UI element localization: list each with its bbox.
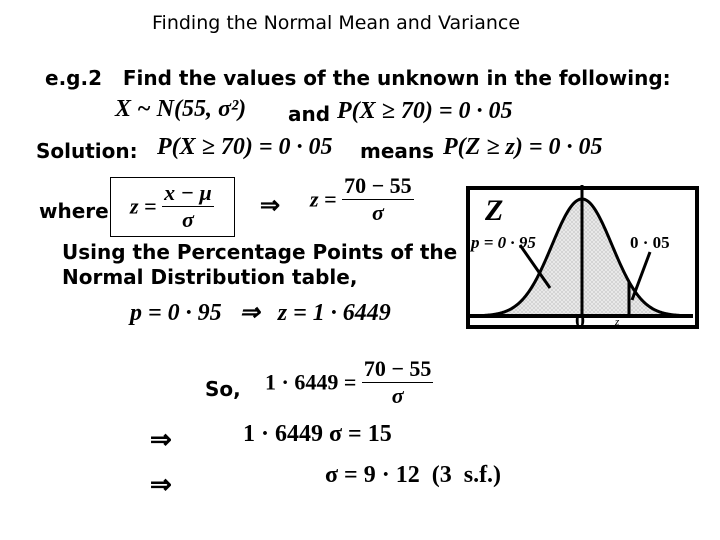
step3-equation: σ = 9 · 12 (3 s.f.) <box>325 462 502 488</box>
z-substituted: z = 70 − 55 σ <box>310 173 414 226</box>
implies-arrow: ⇒ <box>260 193 281 219</box>
implies-arrow: ⇒ <box>150 470 172 499</box>
where-label: where <box>39 199 109 223</box>
z-substituted-lhs: z = <box>310 186 337 212</box>
table-lookup: p = 0 · 95 ⇒ z = 1 · 6449 <box>130 300 391 326</box>
step1-denominator: σ <box>391 383 404 408</box>
z-substituted-denominator: σ <box>371 200 384 225</box>
so-label: So, <box>205 377 241 401</box>
z-formula: z = x − μ σ <box>130 180 214 233</box>
right-tail-label: 0 · 05 <box>630 233 670 252</box>
z-label: z <box>614 316 620 328</box>
z-substituted-numerator: 70 − 55 <box>344 173 412 198</box>
means-label: means <box>360 139 435 163</box>
and-label: and <box>288 102 331 126</box>
z-formula-numerator: x − μ <box>164 180 212 205</box>
question-text: Find the values of the unknown in the fo… <box>122 66 671 90</box>
question: e.g.2 Find the values of the unknown in … <box>45 66 671 90</box>
step2-equation: 1 · 6449 σ = 15 <box>243 421 392 447</box>
z-formula-lhs: z = <box>130 193 157 219</box>
page-title: Finding the Normal Mean and Variance <box>152 12 521 34</box>
solution-statement: P(X ≥ 70) = 0 · 05 <box>157 134 333 160</box>
mean-label: 0 <box>575 310 585 330</box>
given-probability: P(X ≥ 70) = 0 · 05 <box>337 98 513 124</box>
step1-equation: 1 · 6449 = 70 − 55 σ <box>265 356 434 409</box>
table-text-line1: Using the Percentage Points of the <box>62 240 458 264</box>
z-statement: P(Z ≥ z) = 0 · 05 <box>443 134 603 160</box>
z-formula-fraction: x − μ σ <box>162 180 214 233</box>
implies-arrow: ⇒ <box>150 425 172 454</box>
table-reference-text: Using the Percentage Points of the Norma… <box>62 240 457 290</box>
given-distribution: X ~ N(55, σ²) <box>115 96 247 122</box>
step1-numerator: 70 − 55 <box>363 356 432 381</box>
left-area-label: p = 0 · 95 <box>469 233 536 252</box>
step1-lhs: 1 · 6449 = <box>265 369 357 395</box>
solution-label: Solution: <box>36 139 138 163</box>
z-formula-denominator: σ <box>181 207 194 232</box>
normal-distribution-diagram: Z p = 0 · 95 0 · 05 0 z <box>466 185 699 330</box>
z-variable-label: Z <box>484 194 503 227</box>
table-text-line2: Normal Distribution table, <box>62 265 358 289</box>
step1-fraction: 70 − 55 σ <box>361 356 434 409</box>
example-label: e.g.2 <box>45 66 102 90</box>
z-substituted-fraction: 70 − 55 σ <box>342 173 414 226</box>
